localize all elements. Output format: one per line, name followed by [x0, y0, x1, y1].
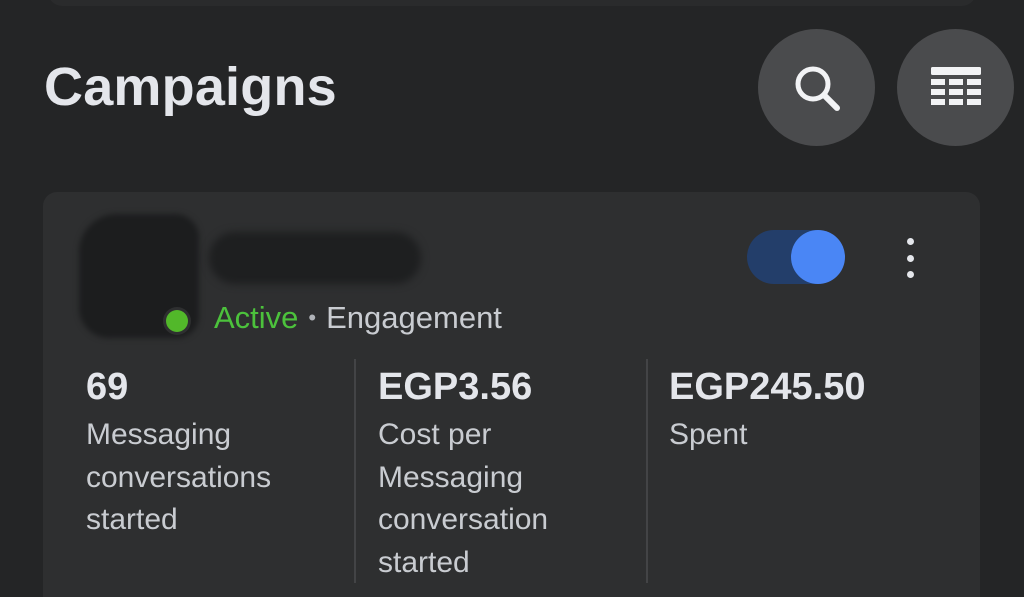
metric-cost-per-result: EGP3.56 Cost per Messaging conversation …: [378, 352, 638, 584]
search-icon: [795, 66, 840, 111]
table-columns-icon: [930, 66, 981, 105]
metric-value: 69: [86, 366, 129, 408]
search-button[interactable]: [758, 29, 875, 146]
metric-label: Spent: [669, 418, 748, 451]
metric-conversations: 69 Messaging conversations started: [86, 352, 346, 584]
more-options-icon[interactable]: [895, 234, 925, 282]
previous-card: [48, 0, 976, 6]
metric-value: EGP245.50: [669, 366, 866, 408]
campaign-toggle[interactable]: [747, 230, 845, 284]
app-screen: Campaigns Active • Engagement 69 Messagi…: [0, 0, 1024, 597]
divider: [354, 359, 356, 583]
redacted-campaign-name: [209, 232, 421, 284]
metric-label: Cost per Messaging conversation started: [378, 418, 549, 579]
metric-value: EGP3.56: [378, 366, 533, 408]
status-separator: •: [308, 305, 317, 330]
divider: [646, 359, 648, 583]
campaign-status-line: Active • Engagement: [214, 298, 502, 338]
campaign-card[interactable]: Active • Engagement 69 Messaging conversat…: [43, 192, 980, 597]
table-columns-button[interactable]: [897, 29, 1014, 146]
page-title: Campaigns: [44, 57, 337, 117]
metrics-row: 69 Messaging conversations started EGP3.…: [43, 352, 980, 592]
status-label: Active: [214, 300, 299, 335]
toggle-knob: [791, 230, 845, 284]
status-dot-icon: [163, 307, 191, 335]
metric-label: Messaging conversations started: [86, 418, 272, 536]
metric-spent: EGP245.50 Spent: [669, 352, 949, 584]
objective-label: Engagement: [326, 300, 502, 335]
